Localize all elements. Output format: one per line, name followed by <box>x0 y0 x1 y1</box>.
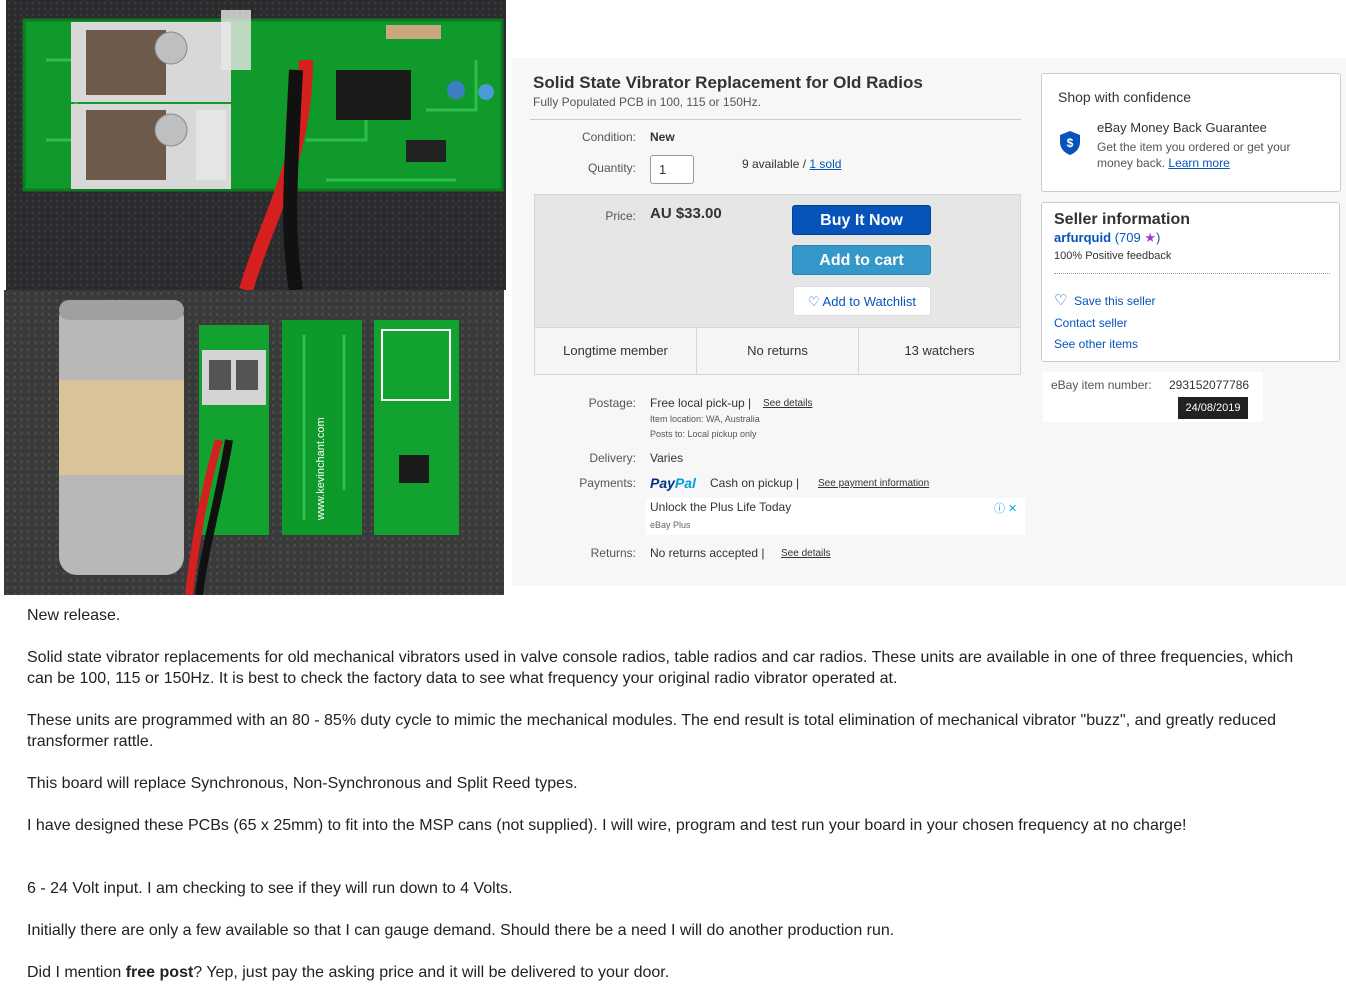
watchlist-label: Add to Watchlist <box>822 294 916 309</box>
stat-no-returns: No returns <box>697 328 859 374</box>
posts-to: Posts to: Local pickup only <box>650 429 757 439</box>
seller-name[interactable]: arfurquid (709 ★) <box>1054 230 1160 246</box>
returns-details-link[interactable]: See details <box>781 548 830 559</box>
ad-subtitle: eBay Plus <box>650 520 691 530</box>
returns-label: Returns: <box>590 546 636 560</box>
listing-title: Solid State Vibrator Replacement for Old… <box>533 73 923 92</box>
quantity-input[interactable] <box>650 155 694 184</box>
paypal-logo: PayPal <box>650 475 696 491</box>
learn-more-link[interactable]: Learn more <box>1168 156 1229 170</box>
desc-paragraph-5: I have designed these PCBs (65 x 25mm) t… <box>27 817 1187 834</box>
item-location: Item location: WA, Australia <box>650 414 760 424</box>
contact-seller-link[interactable]: Contact seller <box>1054 316 1127 330</box>
condition-value: New <box>650 130 675 144</box>
add-to-watchlist-button[interactable]: ♡ Add to Watchlist <box>793 286 931 316</box>
postage-details-link[interactable]: See details <box>763 398 812 409</box>
item-number-label: eBay item number: <box>1051 378 1152 392</box>
stat-longtime-member: Longtime member <box>535 328 697 374</box>
stat-watchers: 13 watchers <box>904 343 975 358</box>
quantity-label: Quantity: <box>587 161 636 175</box>
desc-paragraph-4: This board will replace Synchronous, Non… <box>27 775 578 792</box>
svg-text:$: $ <box>1067 136 1074 150</box>
ad-title[interactable]: Unlock the Plus Life Today <box>650 500 791 514</box>
returns-value: No returns accepted | <box>650 546 765 560</box>
shield-icon: $ <box>1060 131 1080 155</box>
desc-paragraph-8: Did I mention free post? Yep, just pay t… <box>27 964 670 981</box>
desc-paragraph-3: These units are programmed with an 80 - … <box>27 712 1277 750</box>
desc-paragraph-2: Solid state vibrator replacements for ol… <box>27 649 1294 687</box>
price-value: AU $33.00 <box>650 205 722 222</box>
item-number: 293152077786 <box>1169 378 1250 392</box>
seller-info-title: Seller information <box>1054 211 1191 228</box>
desc-paragraph-1: New release. <box>27 607 121 624</box>
seller-divider <box>1054 273 1330 274</box>
see-other-items-link[interactable]: See other items <box>1054 337 1138 351</box>
save-seller-link[interactable]: ♡ Save this seller <box>1054 291 1156 309</box>
price-label: Price: <box>605 209 636 223</box>
quantity-status: 9 available / 1 sold <box>742 157 841 171</box>
date-badge: 24/08/2019 <box>1178 397 1248 419</box>
heart-icon: ♡ <box>807 294 820 309</box>
free-post-text: free post <box>125 964 194 981</box>
positive-feedback: 100% Positive feedback <box>1054 250 1172 262</box>
listing-subtitle: Fully Populated PCB in 100, 115 or 150Hz… <box>533 95 761 109</box>
add-to-cart-button[interactable]: Add to cart <box>792 245 931 275</box>
money-back-title: eBay Money Back Guarantee <box>1097 120 1267 135</box>
delivery-label: Delivery: <box>589 451 636 465</box>
condition-label: Condition: <box>581 130 636 144</box>
available-text: 9 available / <box>742 157 807 171</box>
money-back-desc: Get the item you ordered or get your mon… <box>1097 140 1291 170</box>
postage-label: Postage: <box>588 396 636 410</box>
payments-label: Payments: <box>579 476 636 490</box>
cash-on-pickup: Cash on pickup | <box>710 476 800 490</box>
ad-close-icon[interactable]: ⓘ ✕ <box>994 500 1017 516</box>
product-photo-bottom[interactable]: www.kevinchant.com <box>4 290 504 595</box>
product-photo-top[interactable] <box>6 0 506 290</box>
star-icon: ★ <box>1144 230 1156 245</box>
title-divider <box>530 119 1021 120</box>
website-text: www.kevinchant.com <box>315 417 327 521</box>
desc-paragraph-7: Initially there are only a few available… <box>27 922 895 939</box>
confidence-title: Shop with confidence <box>1058 89 1192 105</box>
postage-value: Free local pick-up | <box>650 396 752 410</box>
heart-icon: ♡ <box>1054 292 1068 309</box>
seller-stats: Longtime member No returns 13 watchers <box>535 327 1020 374</box>
sold-link[interactable]: 1 sold <box>809 157 841 171</box>
delivery-value: Varies <box>650 451 684 465</box>
desc-paragraph-6: 6 - 24 Volt input. I am checking to see … <box>27 880 513 897</box>
buy-it-now-button[interactable]: Buy It Now <box>792 205 931 235</box>
payment-info-link[interactable]: See payment information <box>818 478 929 489</box>
